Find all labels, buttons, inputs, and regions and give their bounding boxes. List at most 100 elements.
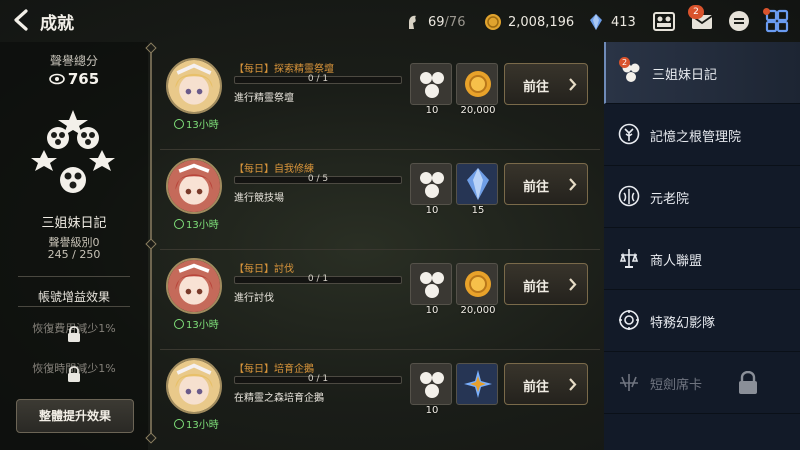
go-button[interactable]: 前往 (504, 363, 588, 405)
score-value: 765 (67, 70, 100, 88)
clock-icon (174, 418, 184, 429)
tree-emblem-icon (618, 123, 640, 145)
reward-reputation: 10 (410, 163, 452, 216)
top-bar: 成就 69/76 2,008,196 413 2 (0, 0, 800, 42)
merchant-emblem-icon (619, 249, 639, 268)
reward-rune (456, 363, 498, 405)
quest-title: 【每日】討伐 (234, 264, 294, 275)
reward-value: 20,000 (460, 305, 496, 316)
lock-icon (68, 326, 80, 342)
reputation-emblem-icon (420, 272, 444, 298)
back-arrow-icon[interactable] (10, 8, 34, 32)
reward-reputation: 10 (410, 363, 452, 416)
sidebar-badge: 2 (619, 57, 630, 68)
overall-upgrade-button[interactable]: 整體提升效果 (16, 399, 134, 433)
sidebar-item-senate[interactable]: 元老院 (604, 166, 800, 228)
reward-value: 10 (425, 105, 439, 116)
quest-description: 在精靈之森培育企鵝 (234, 393, 324, 404)
quest-row: 13小時 【每日】培育企鵝 0 / 1 在精靈之森培育企鵝 10 前往 (160, 352, 600, 442)
quest-title: 【每日】探索精靈祭壇 (234, 64, 334, 75)
go-button[interactable]: 前往 (504, 63, 588, 105)
gold-coin-icon (485, 14, 501, 30)
gold-display: 2,008,196 (484, 13, 574, 31)
character-avatar-redhead (166, 258, 222, 314)
gold-value: 2,008,196 (508, 14, 575, 30)
sidebar-item-dagger-sheka[interactable]: 短劍席卡 (604, 352, 800, 414)
character-avatar-blonde (166, 358, 222, 414)
lock-icon (68, 366, 80, 382)
row-divider (160, 249, 600, 250)
faction-sidebar: 2 三姐妹日記 記憶之根管理院 元老院 商人聯盟 特務幻影隊 短劍席卡 (604, 42, 800, 450)
quest-timer: 13小時 (174, 316, 219, 331)
clock-icon (174, 218, 184, 229)
gold-coin-icon (465, 71, 491, 97)
chevron-right-icon (569, 378, 577, 391)
reward-reputation: 10 (410, 63, 452, 116)
phantom-emblem-icon (619, 310, 639, 330)
reputation-panel: 聲譽總分 765 三姐妹日記 聲譽級別0 245 / 250 帳號增益效果 恢復… (0, 42, 148, 450)
character-avatar-redhead (166, 158, 222, 214)
guild-icon[interactable] (652, 9, 676, 33)
sidebar-item-label: 特務幻影隊 (650, 316, 716, 331)
sidebar-item-memory-root[interactable]: 記憶之根管理院 (604, 104, 800, 166)
gold-coin-icon (465, 271, 491, 297)
reputation-emblem-icon (420, 372, 444, 398)
crystal-icon (590, 14, 602, 30)
quest-timer: 13小時 (174, 416, 219, 431)
sidebar-item-sisters-diary[interactable]: 2 三姐妹日記 (604, 42, 800, 104)
chat-icon[interactable] (727, 9, 751, 33)
page-title: 成就 (40, 14, 74, 34)
sidebar-item-label: 商人聯盟 (650, 254, 703, 269)
sidebar-item-phantom-squad[interactable]: 特務幻影隊 (604, 290, 800, 352)
go-button-label: 前往 (523, 80, 550, 95)
reward-reputation: 10 (410, 263, 452, 316)
quest-progress-text: 0 / 5 (307, 174, 329, 184)
sidebar-item-label: 記憶之根管理院 (650, 130, 742, 145)
sidebar-item-label: 短劍席卡 (650, 378, 703, 393)
chevron-right-icon (569, 78, 577, 91)
go-button[interactable]: 前往 (504, 263, 588, 305)
quest-title: 【每日】培育企鵝 (234, 364, 314, 375)
reputation-emblem-icon (420, 72, 444, 98)
bonus-title: 帳號增益效果 (37, 290, 110, 304)
dagger-emblem-icon (620, 374, 638, 391)
quest-progress-text: 0 / 1 (307, 374, 329, 384)
stamina-value: 69 (428, 14, 445, 30)
go-button-label: 前往 (523, 380, 550, 395)
chevron-right-icon (569, 178, 577, 191)
go-button-label: 前往 (523, 180, 550, 195)
crystal-value: 413 (611, 14, 636, 30)
quest-row: 13小時 【每日】自我修練 0 / 5 進行競技場 10 15 前往 (160, 152, 600, 242)
reward-gold: 20,000 (456, 263, 498, 316)
reward-crystal: 15 (456, 163, 498, 216)
reward-value: 15 (471, 205, 485, 216)
reward-value: 10 (425, 305, 439, 316)
reward-gold: 20,000 (456, 63, 498, 116)
quest-progress-text: 0 / 1 (307, 274, 329, 284)
quest-description: 進行精靈祭壇 (234, 93, 294, 104)
score-label: 聲譽總分 (49, 54, 98, 68)
reputation-exp: 245 / 250 (47, 248, 101, 261)
go-button[interactable]: 前往 (504, 163, 588, 205)
character-avatar-blonde (166, 58, 222, 114)
reputation-emblem-icon (420, 172, 444, 198)
divider (18, 306, 130, 307)
chevron-right-icon (569, 278, 577, 291)
reward-value: 10 (425, 205, 439, 216)
go-button-label: 前往 (523, 280, 550, 295)
lock-icon (739, 371, 757, 394)
sidebar-item-merchant-alliance[interactable]: 商人聯盟 (604, 228, 800, 290)
row-divider (160, 149, 600, 150)
sidebar-item-label: 三姐妹日記 (652, 68, 718, 83)
stamina-max: /76 (444, 14, 466, 30)
clock-icon (174, 118, 184, 129)
stamina-display: 69/76 (404, 13, 465, 31)
quest-row: 13小時 【每日】討伐 0 / 1 進行討伐 10 20,000 前往 (160, 252, 600, 342)
stamina-icon (409, 15, 416, 29)
quest-timer: 13小時 (174, 116, 219, 131)
menu-notification-dot (763, 8, 770, 15)
faction-name: 三姐妹日記 (41, 216, 107, 231)
sidebar-item-label: 元老院 (650, 192, 690, 207)
reward-value: 20,000 (460, 105, 496, 116)
mail-badge: 2 (688, 5, 704, 19)
